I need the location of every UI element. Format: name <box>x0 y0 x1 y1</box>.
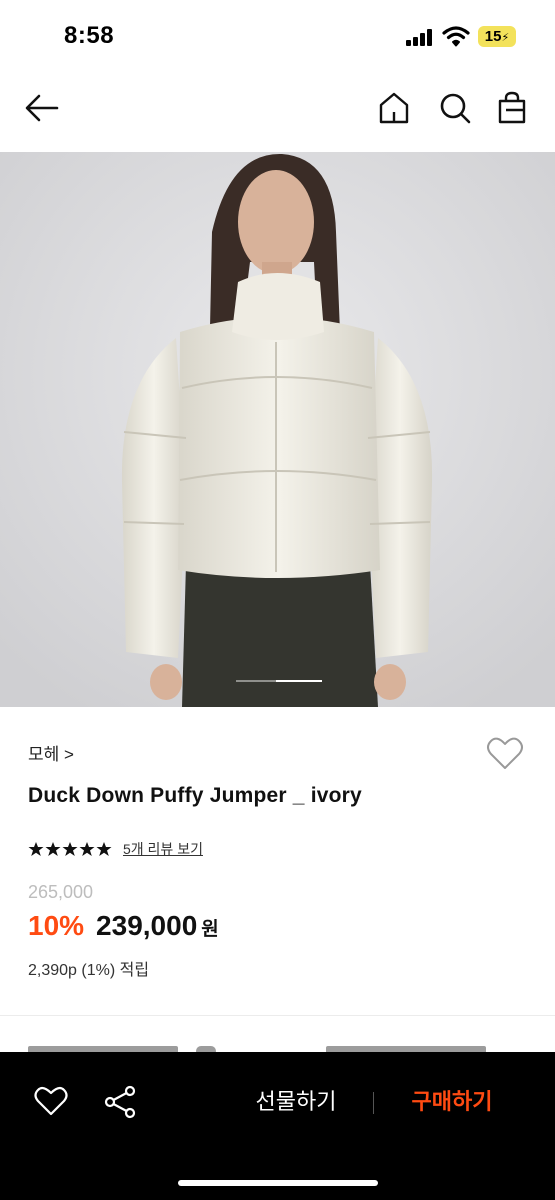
divider <box>0 1015 555 1016</box>
star-icon <box>28 842 44 856</box>
status-time: 8:58 <box>64 22 115 49</box>
gift-button[interactable]: 선물하기 <box>240 1082 352 1122</box>
heart-icon[interactable] <box>486 736 524 772</box>
nav-bar <box>0 72 555 150</box>
rating-row: 5개 리뷰 보기 <box>28 838 203 860</box>
star-icon <box>45 842 61 856</box>
star-icon <box>62 842 78 856</box>
status-bar: 8:58 15⚡ <box>0 0 555 72</box>
back-arrow-icon[interactable] <box>24 90 60 126</box>
sale-price: 239,000 <box>96 910 198 941</box>
home-icon[interactable] <box>376 90 412 126</box>
carousel-active-dot <box>276 680 322 682</box>
search-icon[interactable] <box>437 90 473 126</box>
separator <box>373 1092 374 1114</box>
points-info: 2,390p (1%) 적립 <box>28 962 150 979</box>
review-link[interactable]: 5개 리뷰 보기 <box>123 839 203 859</box>
product-photo-illustration <box>0 152 555 707</box>
star-rating <box>28 841 113 857</box>
brand-link[interactable]: 모헤 > <box>28 740 74 765</box>
bottom-action-bar: 선물하기 구매하기 <box>0 1052 555 1200</box>
buy-button[interactable]: 구매하기 <box>396 1082 508 1122</box>
share-icon[interactable] <box>102 1084 138 1120</box>
price-row: 10% 239,000 원 <box>28 910 219 946</box>
heart-icon[interactable] <box>33 1084 69 1120</box>
product-name: Duck Down Puffy Jumper _ ivory <box>28 784 362 807</box>
discount-rate: 10% <box>28 910 85 941</box>
original-price: 265,000 <box>28 882 94 902</box>
star-icon <box>96 842 112 856</box>
battery-level: 15 <box>484 28 502 45</box>
battery-indicator: 15⚡ <box>478 26 516 47</box>
product-image[interactable] <box>0 152 555 707</box>
wifi-icon <box>442 26 470 47</box>
home-indicator <box>178 1180 378 1186</box>
star-icon <box>79 842 95 856</box>
currency-label: 원 <box>201 919 219 940</box>
image-carousel-indicator <box>236 680 322 682</box>
cellular-signal-icon <box>406 28 434 46</box>
shopping-bag-icon[interactable] <box>494 90 530 126</box>
